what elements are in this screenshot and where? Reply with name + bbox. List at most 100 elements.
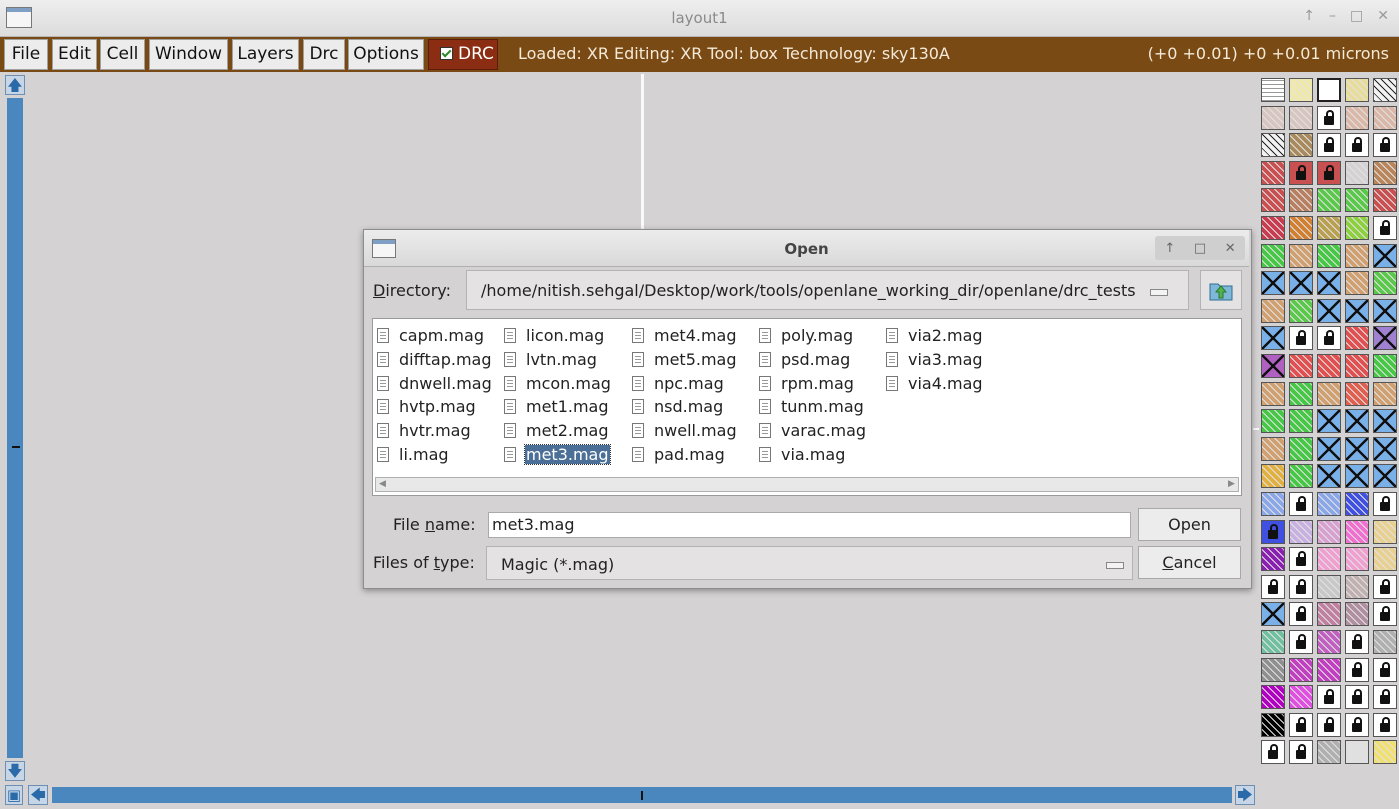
file-item[interactable]: npc.mag <box>632 373 725 395</box>
layer-swatch[interactable] <box>1317 298 1341 323</box>
layer-swatch[interactable] <box>1261 271 1285 296</box>
layer-swatch[interactable] <box>1345 409 1369 434</box>
layer-swatch[interactable] <box>1373 547 1397 572</box>
layer-swatch[interactable] <box>1289 105 1313 130</box>
layer-swatch[interactable] <box>1261 243 1285 268</box>
lock-icon[interactable] <box>1289 574 1313 599</box>
layer-swatch[interactable] <box>1317 464 1341 489</box>
layer-swatch[interactable] <box>1317 188 1341 213</box>
file-item[interactable]: li.mag <box>377 444 450 466</box>
layer-swatch[interactable] <box>1261 685 1285 710</box>
layer-swatch[interactable] <box>1261 133 1285 158</box>
lock-icon[interactable] <box>1261 740 1285 765</box>
file-item[interactable]: lvtn.mag <box>504 349 598 371</box>
layer-swatch[interactable] <box>1289 381 1313 406</box>
layer-swatch[interactable] <box>1373 464 1397 489</box>
lock-icon[interactable] <box>1289 326 1313 351</box>
layer-swatch[interactable] <box>1345 160 1369 185</box>
layer-swatch[interactable] <box>1289 78 1313 102</box>
lock-icon[interactable] <box>1289 712 1313 737</box>
file-item[interactable]: mcon.mag <box>504 373 612 395</box>
layer-swatch[interactable] <box>1261 381 1285 406</box>
drc-toggle[interactable]: DRC <box>428 39 498 70</box>
layer-swatch[interactable] <box>1345 78 1369 102</box>
layer-swatch[interactable] <box>1289 243 1313 268</box>
window-maximize-icon[interactable]: □ <box>1350 8 1363 24</box>
file-item[interactable]: rpm.mag <box>759 373 855 395</box>
lock-icon[interactable] <box>1317 685 1341 710</box>
layer-swatch[interactable] <box>1317 381 1341 406</box>
layer-swatch[interactable] <box>1345 381 1369 406</box>
layer-swatch[interactable] <box>1289 409 1313 434</box>
layer-swatch[interactable] <box>1289 685 1313 710</box>
menu-cell[interactable]: Cell <box>100 39 145 70</box>
file-list-scroll-left-icon[interactable]: ◀ <box>377 479 388 490</box>
lock-icon[interactable] <box>1373 685 1397 710</box>
scroll-down-icon[interactable]: 🡇 <box>5 761 25 781</box>
file-item[interactable]: hvtp.mag <box>377 396 477 418</box>
layer-swatch[interactable] <box>1345 354 1369 378</box>
file-item[interactable]: nsd.mag <box>632 396 724 418</box>
layer-swatch[interactable] <box>1317 602 1341 627</box>
layer-swatch[interactable] <box>1373 271 1397 296</box>
menu-file[interactable]: File <box>4 39 48 70</box>
vertical-scroll-track[interactable] <box>7 98 23 758</box>
layer-swatch[interactable] <box>1289 519 1313 544</box>
file-list-scrollbar[interactable]: ◀ ▶ <box>375 477 1239 492</box>
parent-directory-button[interactable] <box>1200 270 1242 310</box>
lock-icon[interactable] <box>1289 547 1313 572</box>
lock-icon[interactable] <box>1317 326 1341 351</box>
layer-swatch[interactable] <box>1345 243 1369 268</box>
dialog-maximize-icon[interactable]: □ <box>1194 241 1206 256</box>
window-close-icon[interactable]: ✕ <box>1377 8 1389 24</box>
layer-swatch[interactable] <box>1373 188 1397 213</box>
layer-swatch[interactable] <box>1317 519 1341 544</box>
layer-swatch[interactable] <box>1373 519 1397 544</box>
layer-swatch[interactable] <box>1289 188 1313 213</box>
layer-swatch[interactable] <box>1373 243 1397 268</box>
layer-swatch[interactable] <box>1289 657 1313 682</box>
menu-window[interactable]: Window <box>149 39 228 70</box>
layer-swatch[interactable] <box>1317 243 1341 268</box>
cancel-button[interactable]: Cancel <box>1138 546 1241 579</box>
layer-swatch[interactable] <box>1261 492 1285 516</box>
lock-icon[interactable] <box>1345 133 1369 158</box>
scroll-left-icon[interactable]: 🡄 <box>28 785 48 805</box>
drc-checkbox[interactable] <box>440 47 453 60</box>
layer-swatch[interactable] <box>1261 216 1285 240</box>
layer-swatch[interactable] <box>1345 298 1369 323</box>
layer-swatch[interactable] <box>1345 271 1369 296</box>
file-item[interactable]: met3.mag <box>504 444 611 466</box>
layer-swatch[interactable] <box>1261 464 1285 489</box>
file-item[interactable]: via.mag <box>759 444 846 466</box>
open-button[interactable]: Open <box>1138 508 1241 541</box>
file-name-input[interactable]: met3.mag <box>488 512 1131 538</box>
layer-swatch[interactable] <box>1317 409 1341 434</box>
file-item[interactable]: nwell.mag <box>632 420 738 442</box>
lock-icon[interactable] <box>1261 574 1285 599</box>
layer-swatch[interactable] <box>1289 271 1313 296</box>
layer-swatch[interactable] <box>1261 630 1285 654</box>
layer-swatch[interactable] <box>1261 188 1285 213</box>
layer-swatch[interactable] <box>1373 160 1397 185</box>
layer-swatch[interactable] <box>1373 409 1397 434</box>
layer-swatch[interactable] <box>1317 574 1341 599</box>
file-item[interactable]: via3.mag <box>886 349 984 371</box>
lock-icon[interactable] <box>1345 657 1369 682</box>
file-list-scroll-right-icon[interactable]: ▶ <box>1226 479 1237 490</box>
lock-icon[interactable] <box>1373 574 1397 599</box>
layer-swatch[interactable] <box>1373 105 1397 130</box>
layer-swatch[interactable] <box>1261 436 1285 461</box>
file-item[interactable]: via2.mag <box>886 325 984 347</box>
vertical-scroll-thumb[interactable] <box>12 446 20 448</box>
layer-swatch[interactable] <box>1345 464 1369 489</box>
layer-swatch[interactable] <box>1261 105 1285 130</box>
dialog-keep-above-icon[interactable]: ↑ <box>1164 241 1175 256</box>
zoom-box-icon[interactable]: ▣ <box>5 785 23 805</box>
layer-swatch[interactable] <box>1345 492 1369 516</box>
layer-swatch[interactable] <box>1317 436 1341 461</box>
lock-icon[interactable] <box>1345 712 1369 737</box>
layer-swatch[interactable] <box>1317 354 1341 378</box>
layer-swatch[interactable] <box>1261 547 1285 572</box>
layer-swatch[interactable] <box>1373 326 1397 351</box>
